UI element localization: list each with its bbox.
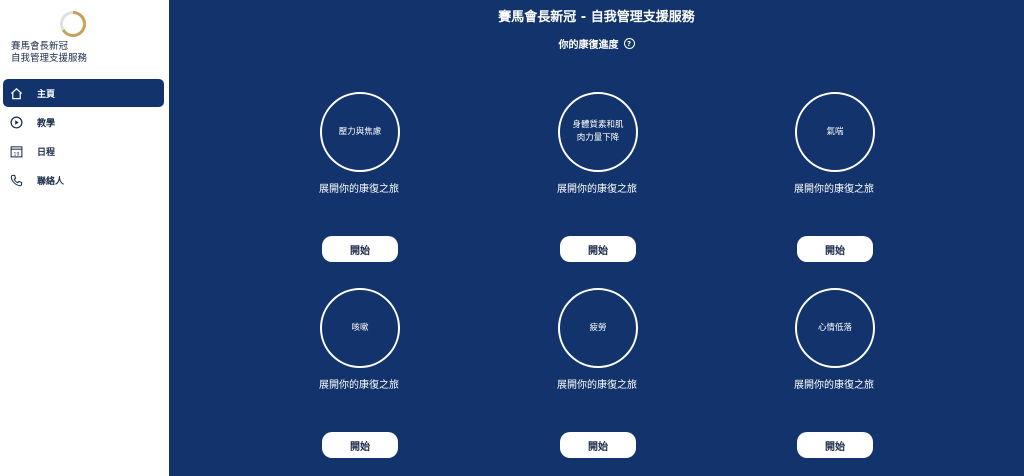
card-topic[interactable]: 氣喘 [795, 92, 875, 172]
main-content: 賽馬會長新冠 - 自我管理支援服務 你的康復進度 ? 壓力與焦慮 展開你的康復之… [169, 0, 1024, 476]
card-cough: 咳嗽 展開你的康復之旅 開始 [279, 288, 439, 476]
svg-text:19: 19 [13, 151, 19, 157]
card-breathlessness: 氣喘 展開你的康復之旅 開始 [754, 92, 914, 282]
sidebar-item-label: 日程 [37, 147, 56, 158]
brand-line-2: 自我管理支援服務 [11, 53, 88, 64]
sidebar: 賽馬會長新冠 自我管理支援服務 主頁 教學 19 日程 聯絡人 [0, 0, 169, 476]
card-physical-decline: 身體質素和肌肉力量下降 展開你的康復之旅 開始 [517, 92, 677, 282]
start-button[interactable]: 開始 [322, 236, 398, 262]
card-description: 展開你的康復之旅 [557, 380, 637, 391]
sidebar-item-contacts[interactable]: 聯絡人 [3, 166, 164, 194]
card-description: 展開你的康復之旅 [794, 380, 874, 391]
brand-line-1: 賽馬會長新冠 [11, 41, 69, 52]
phone-icon [9, 173, 23, 187]
start-button[interactable]: 開始 [322, 432, 398, 458]
brand-name: 賽馬會長新冠 自我管理支援服務 [11, 41, 87, 65]
card-topic[interactable]: 壓力與焦慮 [320, 92, 400, 172]
card-description: 展開你的康復之旅 [557, 184, 637, 195]
sidebar-item-home[interactable]: 主頁 [3, 79, 164, 107]
card-low-mood: 心情低落 展開你的康復之旅 開始 [754, 288, 914, 476]
calendar-icon: 19 [9, 144, 23, 158]
card-fatigue: 疲勞 展開你的康復之旅 開始 [517, 288, 677, 476]
start-button[interactable]: 開始 [797, 236, 873, 262]
card-stress-anxiety: 壓力與焦慮 展開你的康復之旅 開始 [279, 92, 439, 282]
play-circle-icon [9, 115, 23, 129]
card-description: 展開你的康復之旅 [319, 380, 399, 391]
help-icon[interactable]: ? [623, 38, 635, 49]
progress-heading-label: 你的康復進度 [558, 40, 619, 51]
card-topic[interactable]: 心情低落 [795, 288, 875, 368]
page-title: 賽馬會長新冠 - 自我管理支援服務 [498, 10, 695, 25]
sidebar-nav: 主頁 教學 19 日程 聯絡人 [3, 79, 164, 195]
sidebar-item-label: 聯絡人 [37, 176, 65, 187]
progress-heading: 你的康復進度 ? [169, 36, 1024, 51]
card-topic[interactable]: 身體質素和肌肉力量下降 [558, 92, 638, 172]
logo-ring-icon [60, 11, 86, 37]
start-button[interactable]: 開始 [560, 236, 636, 262]
home-icon [9, 86, 23, 100]
card-topic[interactable]: 疲勞 [558, 288, 638, 368]
start-button[interactable]: 開始 [797, 432, 873, 458]
sidebar-item-label: 教學 [37, 118, 56, 129]
sidebar-item-label: 主頁 [37, 89, 56, 100]
card-description: 展開你的康復之旅 [794, 184, 874, 195]
start-button[interactable]: 開始 [560, 432, 636, 458]
sidebar-item-tutorial[interactable]: 教學 [3, 108, 164, 136]
card-description: 展開你的康復之旅 [319, 184, 399, 195]
sidebar-item-schedule[interactable]: 19 日程 [3, 137, 164, 165]
card-topic[interactable]: 咳嗽 [320, 288, 400, 368]
